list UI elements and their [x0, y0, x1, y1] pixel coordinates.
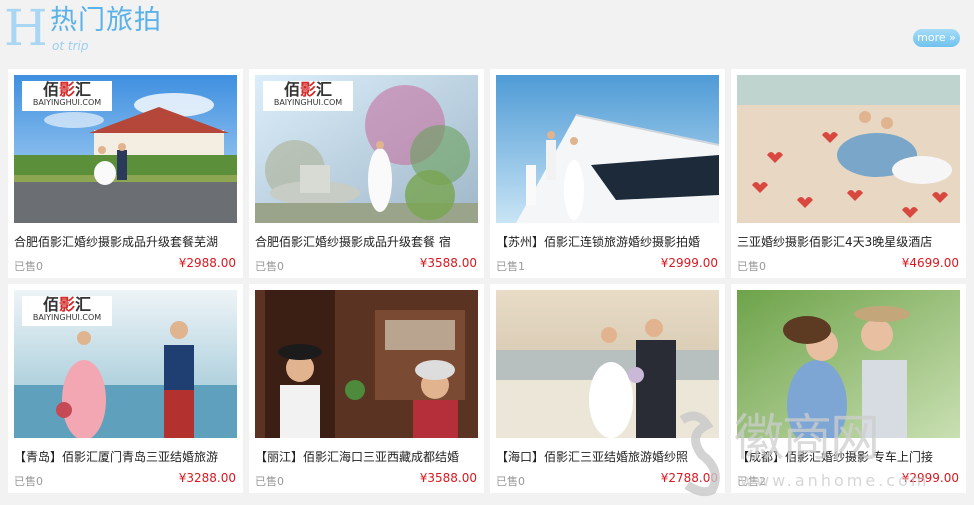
brand-logo: 佰影汇 BAIYINGHUI.COM	[22, 296, 112, 326]
section-subtitle: ot trip	[52, 39, 89, 53]
sold-count: 已售0	[14, 260, 43, 273]
product-price: ¥3588.00	[419, 256, 477, 270]
product-grid: 佰影汇 BAIYINGHUI.COM 合肥佰影汇婚纱摄影成品升级套餐芜湖 已售0…	[8, 69, 966, 493]
product-title[interactable]: 合肥佰影汇婚纱摄影成品升级套餐 宿	[255, 233, 478, 251]
product-photo[interactable]: 佰影汇 BAIYINGHUI.COM	[14, 75, 237, 223]
product-price: ¥2999.00	[660, 256, 718, 270]
product-price: ¥3288.00	[178, 471, 236, 485]
product-card[interactable]: 佰影汇 BAIYINGHUI.COM 【青岛】佰影汇厦门青岛三亚结婚旅游 已售0…	[8, 284, 243, 493]
sold-count: 已售0	[496, 475, 525, 488]
product-price: ¥3588.00	[419, 471, 477, 485]
brand-logo: 佰影汇 BAIYINGHUI.COM	[22, 81, 112, 111]
product-card[interactable]: 佰影汇 BAIYINGHUI.COM 合肥佰影汇婚纱摄影成品升级套餐芜湖 已售0…	[8, 69, 243, 278]
sold-count: 已售1	[496, 260, 525, 273]
product-photo[interactable]	[255, 290, 478, 438]
product-photo[interactable]	[737, 290, 960, 438]
sold-count: 已售0	[737, 260, 766, 273]
section-header: H 热门旅拍 ot trip more »	[0, 0, 974, 62]
product-card[interactable]: 佰影汇 BAIYINGHUI.COM 合肥佰影汇婚纱摄影成品升级套餐 宿 已售0…	[249, 69, 484, 278]
header-initial: H	[4, 0, 48, 57]
product-photo[interactable]	[496, 290, 719, 438]
product-card[interactable]: 【丽江】佰影汇海口三亚西藏成都结婚 已售0 ¥3588.00	[249, 284, 484, 493]
product-card[interactable]: 三亚婚纱摄影佰影汇4天3晚星级酒店 已售0 ¥4699.00	[731, 69, 966, 278]
product-photo[interactable]	[496, 75, 719, 223]
product-card[interactable]: 【成都】佰影汇婚纱摄影 专车上门接 已售2 ¥2999.00	[731, 284, 966, 493]
product-price: ¥2788.00	[660, 471, 718, 485]
product-title[interactable]: 【苏州】佰影汇连锁旅游婚纱摄影拍婚	[496, 233, 719, 251]
product-title[interactable]: 【海口】佰影汇三亚结婚旅游婚纱照	[496, 448, 719, 466]
sold-count: 已售0	[255, 475, 284, 488]
product-title[interactable]: 三亚婚纱摄影佰影汇4天3晚星级酒店	[737, 233, 960, 251]
product-card[interactable]: 【海口】佰影汇三亚结婚旅游婚纱照 已售0 ¥2788.00	[490, 284, 725, 493]
product-price: ¥4699.00	[901, 256, 959, 270]
product-photo[interactable]: 佰影汇 BAIYINGHUI.COM	[255, 75, 478, 223]
brand-logo: 佰影汇 BAIYINGHUI.COM	[263, 81, 353, 111]
sold-count: 已售2	[737, 475, 766, 488]
product-title[interactable]: 【青岛】佰影汇厦门青岛三亚结婚旅游	[14, 448, 237, 466]
product-price: ¥2988.00	[178, 256, 236, 270]
sold-count: 已售0	[255, 260, 284, 273]
product-price: ¥2999.00	[901, 471, 959, 485]
product-title[interactable]: 【成都】佰影汇婚纱摄影 专车上门接	[737, 448, 960, 466]
product-title[interactable]: 【丽江】佰影汇海口三亚西藏成都结婚	[255, 448, 478, 466]
product-photo[interactable]: 佰影汇 BAIYINGHUI.COM	[14, 290, 237, 438]
product-card[interactable]: 【苏州】佰影汇连锁旅游婚纱摄影拍婚 已售1 ¥2999.00	[490, 69, 725, 278]
sold-count: 已售0	[14, 475, 43, 488]
product-photo[interactable]	[737, 75, 960, 223]
product-title[interactable]: 合肥佰影汇婚纱摄影成品升级套餐芜湖	[14, 233, 237, 251]
section-title: 热门旅拍	[50, 5, 162, 36]
more-button[interactable]: more »	[913, 29, 960, 47]
